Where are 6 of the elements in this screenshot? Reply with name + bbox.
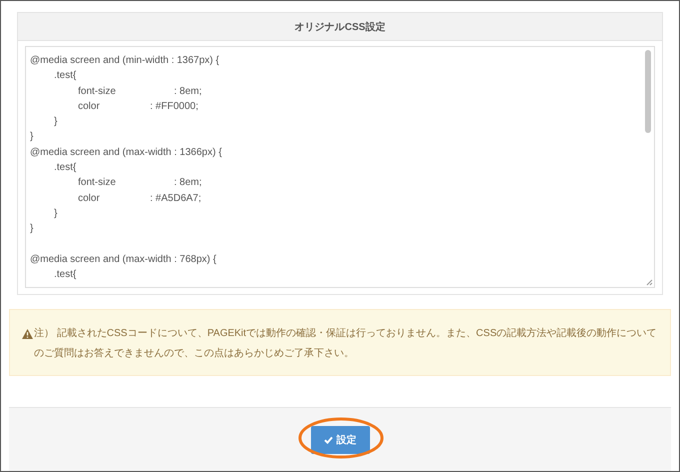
css-code-field[interactable]: @media screen and (min-width : 1367px) { .test{ font-size : 8em; color : #FF0000; } } @media screen and (max-width : 1366px) { .test{ font-size : 8em; color : #A5D6A7; } } @media screen and (max-width : 768px) { .test{: [25, 46, 655, 288]
warning-icon: [22, 329, 33, 339]
resize-grip-icon[interactable]: [645, 278, 653, 286]
scrollbar-thumb[interactable]: [645, 50, 651, 133]
notice-text: 注） 記載されたCSSコードについて、PAGEKitでは動作の確認・保証は行っておりません。また、CSSの記載方法や記載後の動作についてのご質問はお答えできませんので、この点はあらかじめご了承下さい。: [34, 326, 658, 361]
checkmark-icon: [324, 436, 332, 444]
